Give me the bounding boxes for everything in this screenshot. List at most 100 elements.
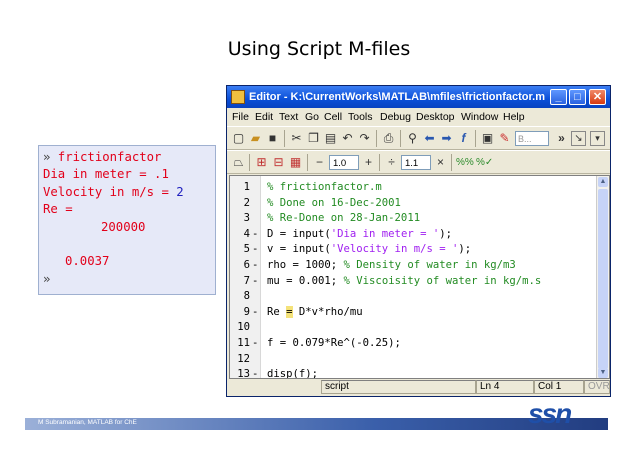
minimize-button[interactable]: _ [550,89,567,105]
status-bar: script Ln 4 Col 1 OVR [227,379,610,396]
code-line[interactable]: 13- disp(f); [230,366,600,378]
menu-go[interactable]: Go [305,111,319,123]
status-line-value: 4 [493,381,500,392]
status-line: Ln 4 [476,380,534,394]
back-arrow-icon[interactable]: ⬅ [422,131,437,146]
menu-text[interactable]: Text [279,111,298,123]
editor-titlebar[interactable]: Editor - K:\CurrentWorks\MATLAB\mfiles\f… [227,86,610,108]
code-text: Re = D*v*rho/mu [267,304,363,321]
scroll-down-icon[interactable]: ▼ [598,368,608,378]
line-number: 7 [243,274,250,287]
code-area[interactable]: 1 % frictionfactor.m 2 % Done on 16-Dec-200… [229,175,610,379]
menu-desktop[interactable]: Desktop [416,111,455,123]
cmd-text: frictionfactor [50,150,162,164]
copy-icon[interactable]: ❐ [306,131,321,146]
status-file-type: script [321,380,476,394]
menu-debug[interactable]: Debug [380,111,411,123]
cell-mode-icon[interactable]: ⏢ [231,155,246,170]
code-line[interactable]: 7- mu = 0.001; % Viscoisity of water in k… [230,273,600,290]
executable-marker[interactable]: - [252,366,258,378]
eval-file-icon[interactable]: ▦ [288,155,303,170]
scroll-up-icon[interactable]: ▲ [598,177,608,187]
paste-icon[interactable]: ▤ [323,131,338,146]
function-icon[interactable]: f [456,131,471,146]
slide-title: Using Script M-files [227,38,411,60]
code-token: D*v*rho/mu [292,305,363,318]
print-icon[interactable]: ⎙ [381,131,396,146]
status-line-label: Ln [480,381,492,392]
executable-marker[interactable]: - [252,273,258,290]
menu-help[interactable]: Help [503,111,525,123]
decrement-value-field[interactable]: 1.0 [329,155,359,170]
times-button[interactable]: × [433,155,448,170]
code-line[interactable]: 12 [230,351,600,368]
editor-title: Editor - K:\CurrentWorks\MATLAB\mfiles\f… [249,91,546,103]
status-col-value: 1 [555,381,562,392]
menu-cell[interactable]: Cell [324,111,342,123]
cmd-line[interactable]: » [43,271,215,288]
stack-dropdown[interactable]: B... [515,131,549,146]
toolbar-overflow[interactable]: » [554,131,569,146]
code-line[interactable]: 2 % Done on 16-Dec-2001 [230,195,600,212]
code-line[interactable]: 3 % Re-Done on 28-Jan-2011 [230,210,600,227]
executable-marker[interactable]: - [252,241,258,258]
code-line[interactable]: 10 [230,319,600,336]
code-text: D = input('Dia in meter = '); [267,226,452,243]
menu-tools[interactable]: Tools [348,111,373,123]
executable-marker[interactable]: - [252,335,258,352]
close-button[interactable]: ✕ [589,89,606,105]
main-toolbar: ▢ ▰ ■ ✂ ❐ ▤ ↶ ↷ ⎙ ⚲ ⬅ ➡ f ▣ ✎ B... » ↘ ▾ [227,126,610,150]
menu-window[interactable]: Window [461,111,498,123]
vertical-scrollbar[interactable]: ▲ ▼ [596,176,609,378]
breakpoint-icon[interactable]: ▣ [480,131,495,146]
divisor-value-field[interactable]: 1.1 [401,155,431,170]
executable-marker[interactable]: - [252,304,258,321]
cut-icon[interactable]: ✂ [289,131,304,146]
forward-arrow-icon[interactable]: ➡ [439,131,454,146]
line-number: 4 [243,227,250,240]
dock-icon[interactable]: ↘ [571,131,586,146]
chevron-down-icon[interactable]: ▾ [590,131,605,146]
executable-marker[interactable]: - [252,226,258,243]
code-text: disp(f); [267,366,318,378]
toolbar-separator [284,130,285,147]
comment-icon[interactable]: %% [456,155,474,170]
save-icon[interactable]: ■ [265,131,280,146]
maximize-button[interactable]: □ [569,89,586,105]
plus-button[interactable]: + [361,155,376,170]
code-line[interactable]: 6- rho = 1000; % Density of water in kg/m… [230,257,600,274]
minus-button[interactable]: − [312,155,327,170]
line-number: 2 [243,196,250,209]
code-line[interactable]: 4-D = input('Dia in meter = '); [230,226,600,243]
divide-button[interactable]: ÷ [384,155,399,170]
code-line[interactable]: 1 % frictionfactor.m [230,179,600,196]
redo-icon[interactable]: ↷ [357,131,372,146]
toolbar-separator [379,154,380,171]
undo-icon[interactable]: ↶ [340,131,355,146]
code-text: % Re-Done on 28-Jan-2011 [267,210,420,227]
executable-marker[interactable]: - [252,257,258,274]
open-folder-icon[interactable]: ▰ [248,131,263,146]
code-line[interactable]: 8 [230,288,600,305]
toolbar-separator [376,130,377,147]
cmd-output-f: 0.0037 [65,254,110,269]
line-number: 3 [243,212,250,225]
uncomment-icon[interactable]: %✓ [476,155,493,170]
code-text: mu = 0.001; % Viscoisity of water in kg/… [267,273,541,290]
code-token: ); [439,227,452,240]
menu-edit[interactable]: Edit [255,111,273,123]
menu-file[interactable]: File [232,111,249,123]
scroll-thumb[interactable] [598,189,608,369]
cmd-line: » frictionfactor [43,149,215,166]
code-line[interactable]: 9- Re = D*v*rho/mu [230,304,600,321]
code-line[interactable]: 5-v = input('Velocity in m/s = '); [230,241,600,258]
status-overwrite-mode: OVR [584,380,610,394]
code-line[interactable]: 11- f = 0.079*Re^(-0.25); [230,335,600,352]
toolbar-separator [400,130,401,147]
find-icon[interactable]: ⚲ [405,131,420,146]
new-file-icon[interactable]: ▢ [231,131,246,146]
clear-breakpoints-icon[interactable]: ✎ [497,131,512,146]
code-token: rho = 1000; [267,259,344,271]
eval-cell-icon[interactable]: ⊞ [254,155,269,170]
eval-advance-icon[interactable]: ⊟ [271,155,286,170]
